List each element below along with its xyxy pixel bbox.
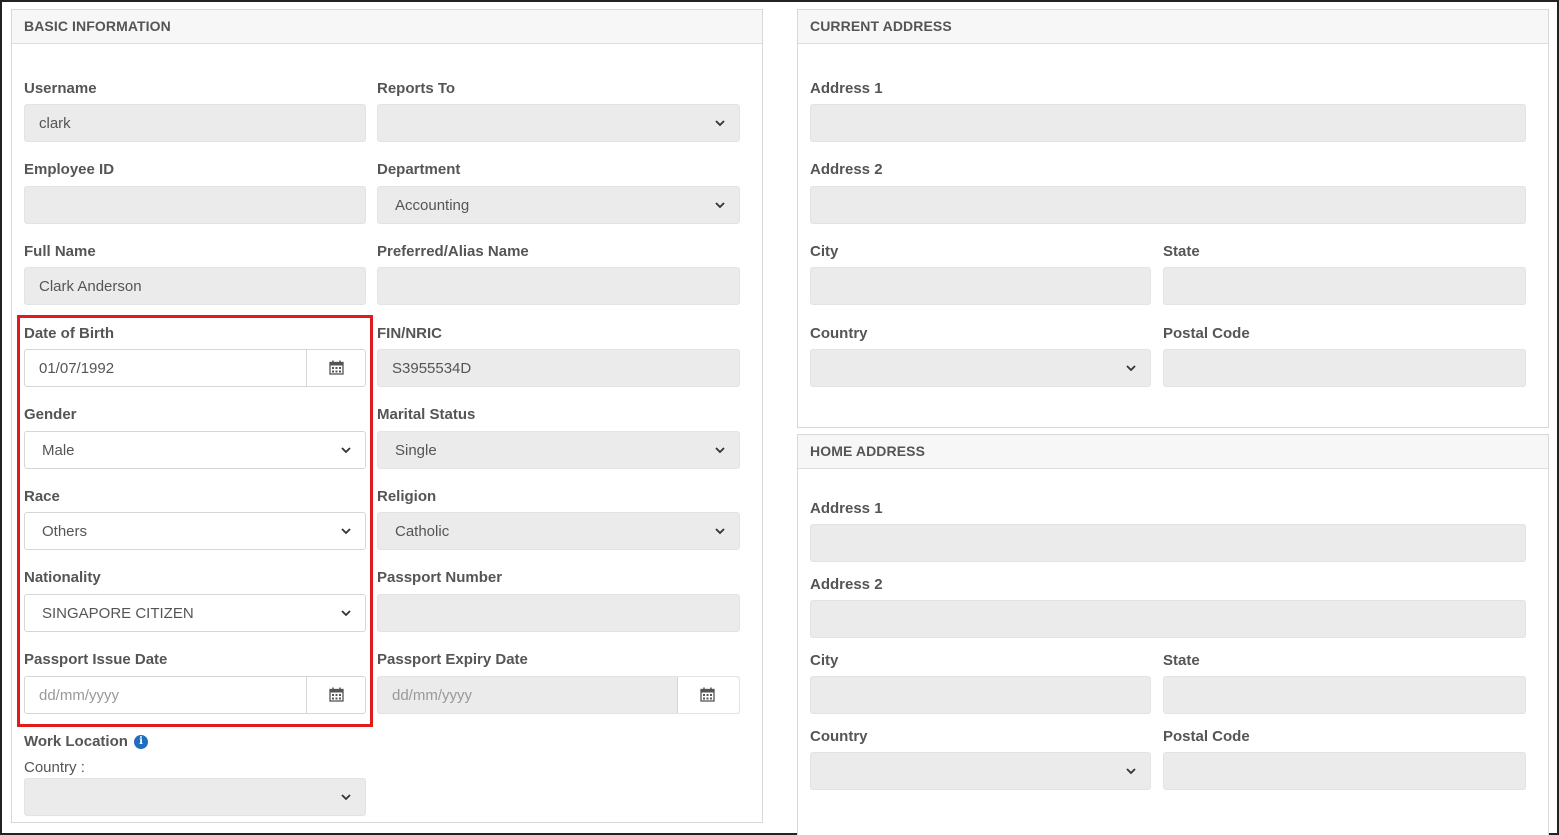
username-label: Username (24, 80, 97, 97)
marital-status-label: Marital Status (377, 406, 476, 423)
employee-id-label: Employee ID (24, 161, 115, 178)
passport-number-input[interactable] (377, 594, 740, 632)
full-name-input[interactable]: Clark Anderson (24, 267, 366, 305)
home-city-input[interactable] (810, 676, 1151, 714)
work-location-country-select[interactable] (24, 778, 366, 816)
chevron-down-icon (1126, 365, 1136, 372)
panel-title: CURRENT ADDRESS (810, 18, 952, 34)
full-name-value: Clark Anderson (39, 278, 142, 295)
home-address1-input[interactable] (810, 524, 1526, 562)
current-address2-label: Address 2 (810, 161, 883, 178)
chevron-down-icon (715, 202, 725, 209)
current-address1-label: Address 1 (810, 80, 883, 97)
passport-expiry-date-input[interactable]: dd/mm/yyyy (377, 676, 740, 714)
chevron-down-icon (715, 120, 725, 127)
highlight-box (17, 315, 373, 727)
work-location-country-label: Country : (24, 759, 85, 776)
current-state-label: State (1163, 243, 1200, 260)
alias-name-input[interactable] (377, 267, 740, 305)
passport-expiry-date-placeholder: dd/mm/yyyy (392, 687, 473, 704)
current-postal-label: Postal Code (1163, 325, 1250, 342)
home-address2-label: Address 2 (810, 576, 883, 593)
fin-nric-label: FIN/NRIC (377, 325, 442, 342)
department-select[interactable]: Accounting (377, 186, 740, 224)
current-address1-input[interactable] (810, 104, 1526, 142)
username-input[interactable]: clark (24, 104, 366, 142)
panel-header: CURRENT ADDRESS (798, 10, 1548, 44)
current-country-label: Country (810, 325, 868, 342)
calendar-icon (700, 687, 715, 702)
chevron-down-icon (715, 528, 725, 535)
home-address1-label: Address 1 (810, 500, 883, 517)
current-city-label: City (810, 243, 839, 260)
religion-value: Catholic (395, 523, 450, 540)
alias-name-label: Preferred/Alias Name (377, 243, 529, 260)
reports-to-label: Reports To (377, 80, 456, 97)
religion-select[interactable]: Catholic (377, 512, 740, 550)
current-postal-input[interactable] (1163, 349, 1526, 387)
current-country-select[interactable] (810, 349, 1151, 387)
current-city-input[interactable] (810, 267, 1151, 305)
religion-label: Religion (377, 488, 437, 505)
home-country-select[interactable] (810, 752, 1151, 790)
passport-expiry-date-label: Passport Expiry Date (377, 651, 528, 668)
chevron-down-icon (341, 794, 351, 801)
home-state-input[interactable] (1163, 676, 1526, 714)
home-country-label: Country (810, 728, 868, 745)
home-city-label: City (810, 652, 839, 669)
full-name-label: Full Name (24, 243, 96, 260)
info-icon[interactable]: i (134, 735, 148, 749)
panel-header: HOME ADDRESS (798, 435, 1548, 469)
current-state-input[interactable] (1163, 267, 1526, 305)
home-postal-input[interactable] (1163, 752, 1526, 790)
fin-nric-input[interactable]: S3955534D (377, 349, 740, 387)
reports-to-select[interactable] (377, 104, 740, 142)
panel-title: BASIC INFORMATION (24, 18, 171, 34)
department-value: Accounting (395, 197, 470, 214)
chevron-down-icon (715, 447, 725, 454)
fin-nric-value: S3955534D (392, 360, 472, 377)
username-value: clark (39, 115, 71, 132)
passport-number-label: Passport Number (377, 569, 503, 586)
panel-header: BASIC INFORMATION (12, 10, 762, 44)
department-label: Department (377, 161, 461, 178)
current-address2-input[interactable] (810, 186, 1526, 224)
marital-status-value: Single (395, 442, 437, 459)
work-location-label: Work Location (24, 733, 128, 750)
marital-status-select[interactable]: Single (377, 431, 740, 469)
employee-id-input[interactable] (24, 186, 366, 224)
chevron-down-icon (1126, 768, 1136, 775)
home-state-label: State (1163, 652, 1200, 669)
home-postal-label: Postal Code (1163, 728, 1250, 745)
home-address2-input[interactable] (810, 600, 1526, 638)
panel-title: HOME ADDRESS (810, 443, 926, 459)
passport-expiry-calendar-button[interactable] (677, 677, 739, 713)
